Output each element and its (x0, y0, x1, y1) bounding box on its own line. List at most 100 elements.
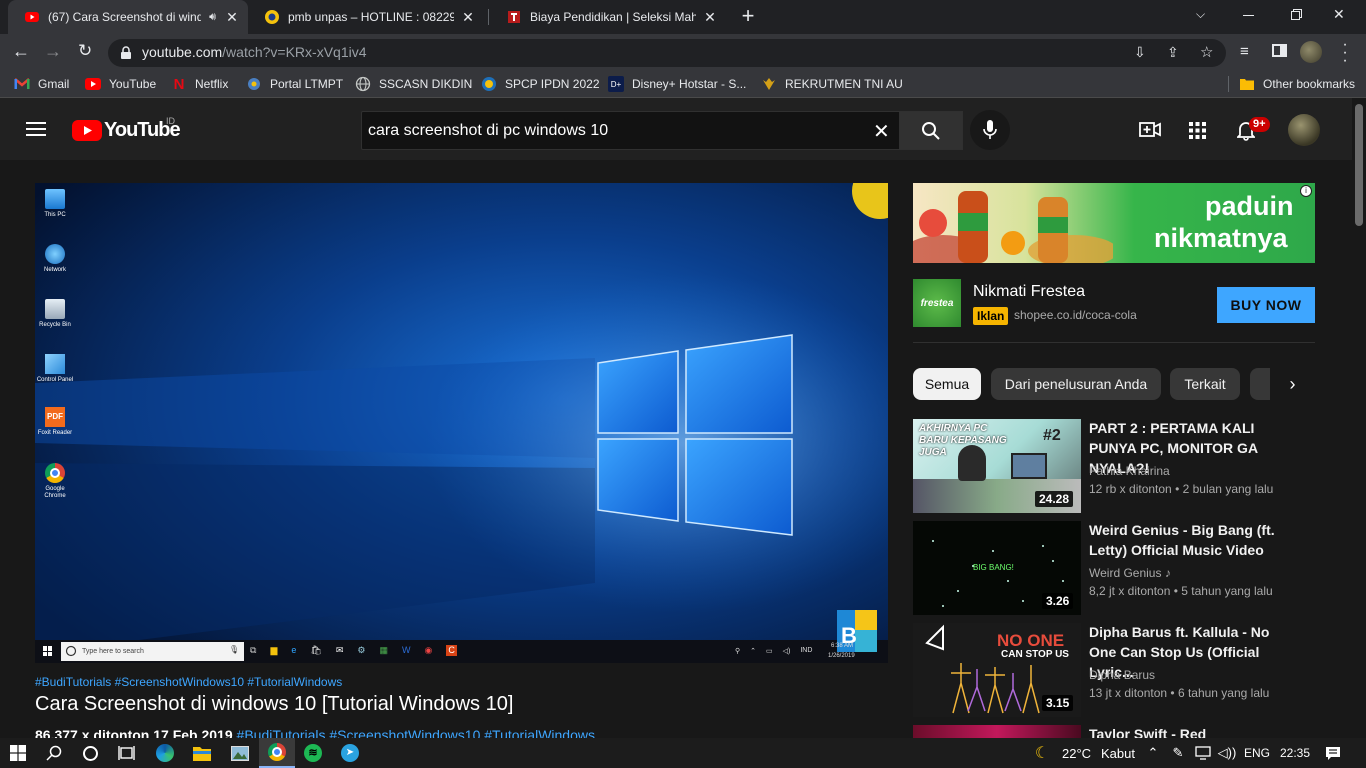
account-avatar[interactable] (1288, 114, 1320, 146)
control-panel-icon (45, 354, 65, 374)
bookmark-portal-ltmpt[interactable]: Portal LTMPT (246, 74, 343, 94)
start-button[interactable] (0, 738, 36, 768)
reload-icon[interactable]: ↻ (78, 41, 92, 61)
folder-icon (1239, 76, 1255, 92)
bookmark-tni-au[interactable]: REKRUTMEN TNI AU (761, 74, 903, 94)
search-input[interactable] (368, 120, 858, 142)
action-center-icon[interactable] (1322, 738, 1344, 768)
desktop-icon-recycle-bin[interactable]: Recycle Bin (35, 299, 75, 328)
close-tab-icon[interactable]: ✕ (702, 9, 718, 26)
ipdn-icon (481, 76, 497, 92)
desktop-icon-network[interactable]: Network (35, 244, 75, 273)
edge-taskbar-icon[interactable] (146, 738, 184, 768)
related-thumbnail[interactable] (913, 725, 1081, 738)
weather-temperature[interactable]: 22°C (1062, 738, 1091, 768)
voice-search-button[interactable] (970, 110, 1010, 150)
telegram-taskbar-icon[interactable]: ➤ (332, 738, 368, 768)
address-bar[interactable]: youtube.com/watch?v=KRx-xVq1iv4 ⇩ ⇪ ☆ (108, 39, 1226, 67)
spotify-taskbar-icon[interactable]: ≋ (295, 738, 331, 768)
speaker-icon[interactable]: 🔊︎ (209, 11, 216, 24)
youtube-logo-icon (72, 119, 102, 141)
bookmark-sscasn[interactable]: SSCASN DIKDIN (355, 74, 472, 94)
clear-search-icon[interactable]: ✕ (873, 119, 890, 144)
search-box[interactable]: ✕ (361, 111, 900, 150)
chip-terkait[interactable]: Terkait (1170, 368, 1240, 400)
browser-tab-bar: (67) Cara Screenshot di windo 🔊︎ ✕ pmb u… (0, 0, 1366, 34)
back-arrow-icon[interactable]: ← (12, 41, 30, 62)
search-button[interactable] (899, 111, 963, 150)
bookmark-disney-hotstar[interactable]: D+ Disney+ Hotstar - S... (608, 74, 746, 94)
tab-pmb-unpas[interactable]: pmb unpas – HOTLINE : 0822954 ✕ (248, 0, 484, 34)
bookmark-star-icon[interactable]: ☆ (1200, 43, 1213, 61)
ad-buy-now-button[interactable]: BUY NOW (1217, 287, 1315, 323)
ad-banner[interactable]: paduin nikmatnya i (913, 183, 1315, 263)
hamburger-menu-icon[interactable] (26, 122, 46, 136)
system-clock[interactable]: 22:35 (1280, 738, 1310, 768)
desktop-icon-this-pc[interactable]: This PC (35, 189, 75, 218)
related-channel[interactable]: Weird Genius ♪ (1089, 566, 1171, 580)
input-language[interactable]: ENG (1244, 738, 1270, 768)
apps-grid-icon[interactable] (1189, 122, 1206, 139)
close-tab-icon[interactable]: ✕ (460, 9, 476, 26)
minimize-window-button[interactable] (1238, 6, 1260, 24)
cortana-icon[interactable] (72, 738, 108, 768)
video-player[interactable]: B This PC Network Recycle Bin Control Pa… (35, 183, 888, 663)
desktop-icon-control-panel[interactable]: Control Panel (35, 354, 75, 383)
forward-arrow-icon[interactable]: → (44, 41, 62, 62)
url-path: /watch?v=KRx-xVq1iv4 (222, 44, 367, 60)
chrome-taskbar-icon[interactable] (259, 738, 295, 768)
task-view-icon[interactable] (108, 738, 144, 768)
weather-condition[interactable]: Kabut (1101, 738, 1135, 768)
close-window-button[interactable]: ✕ (1333, 6, 1345, 23)
ad-title[interactable]: Nikmati Frestea (973, 283, 1085, 301)
media-control-icon[interactable]: ≡ (1240, 43, 1249, 60)
chip-dari-penelusuran[interactable]: Dari penelusuran Anda (991, 368, 1161, 400)
chip-semua[interactable]: Semua (913, 368, 981, 400)
network-monitor-icon[interactable] (1194, 738, 1212, 768)
taskbar-search-icon[interactable] (36, 738, 72, 768)
bookmark-spcp-ipdn[interactable]: SPCP IPDN 2022 (481, 74, 600, 94)
related-channel[interactable]: Fathia Khairina (1089, 464, 1170, 478)
chrome-menu-icon[interactable]: · · · (1340, 37, 1350, 69)
restore-window-button[interactable] (1285, 6, 1307, 24)
bookmark-netflix[interactable]: N Netflix (171, 74, 229, 94)
related-channel[interactable]: Dipha Barus (1089, 668, 1155, 682)
file-explorer-taskbar-icon[interactable] (183, 738, 221, 768)
chips-next-chevron-icon[interactable]: › (1270, 368, 1315, 400)
close-tab-icon[interactable]: ✕ (224, 9, 240, 26)
volume-icon[interactable]: ◁)) (1218, 738, 1237, 768)
youtube-logo[interactable]: YouTube (72, 119, 181, 141)
page-scrollbar[interactable] (1352, 98, 1366, 738)
url-host: youtube.com (142, 44, 223, 60)
weather-moon-icon[interactable]: ☾ (1030, 738, 1054, 768)
related-title[interactable]: Taylor Swift - Red (1089, 724, 1299, 738)
tab-search-chevron-icon[interactable]: ⌵ (1196, 7, 1205, 22)
windows-logo-icon (10, 745, 26, 761)
tab-biaya-pendidikan[interactable]: Biaya Pendidikan | Seleksi Mahas ✕ (490, 0, 726, 34)
show-hidden-icons-chevron-icon[interactable]: ⌃ (1145, 738, 1161, 768)
video-hashtags[interactable]: #BudiTutorials #ScreenshotWindows10 #Tut… (35, 675, 342, 689)
desktop-icon-foxit-reader[interactable]: PDF Foxit Reader (35, 407, 75, 436)
tab-youtube[interactable]: (67) Cara Screenshot di windo 🔊︎ ✕ (8, 0, 248, 34)
video-duration: 3.15 (1042, 695, 1074, 711)
side-panel-icon[interactable] (1272, 44, 1287, 57)
video-meta-hashtags[interactable]: #BudiTutorials #ScreenshotWindows10 #Tut… (237, 727, 595, 738)
ad-info-icon[interactable]: i (1300, 185, 1312, 197)
related-title[interactable]: Weird Genius - Big Bang (ft. Letty) Offi… (1089, 520, 1299, 560)
ad-logo[interactable]: frestea (913, 279, 961, 327)
install-app-icon[interactable]: ⇩ (1134, 44, 1146, 61)
ad-url[interactable]: shopee.co.id/coca-cola (1014, 308, 1137, 322)
new-tab-button[interactable]: + (738, 4, 758, 28)
create-video-icon[interactable] (1139, 121, 1161, 138)
chip-partial[interactable] (1250, 368, 1270, 400)
profile-avatar[interactable] (1300, 41, 1322, 63)
bookmark-youtube[interactable]: YouTube (85, 74, 156, 94)
desktop-icon-google-chrome[interactable]: Google Chrome (35, 463, 75, 500)
share-icon[interactable]: ⇪ (1167, 44, 1179, 61)
youtube-icon (85, 76, 101, 92)
inner-taskbar-apps: ⧉ ▆ e 🛍︎ ✉ ⚙ ▦ W ◉ C (250, 645, 457, 656)
bookmark-gmail[interactable]: Gmail (14, 74, 69, 94)
photos-taskbar-icon[interactable] (221, 738, 259, 768)
other-bookmarks[interactable]: Other bookmarks (1239, 74, 1355, 94)
pen-icon[interactable]: ✎ (1170, 738, 1186, 768)
